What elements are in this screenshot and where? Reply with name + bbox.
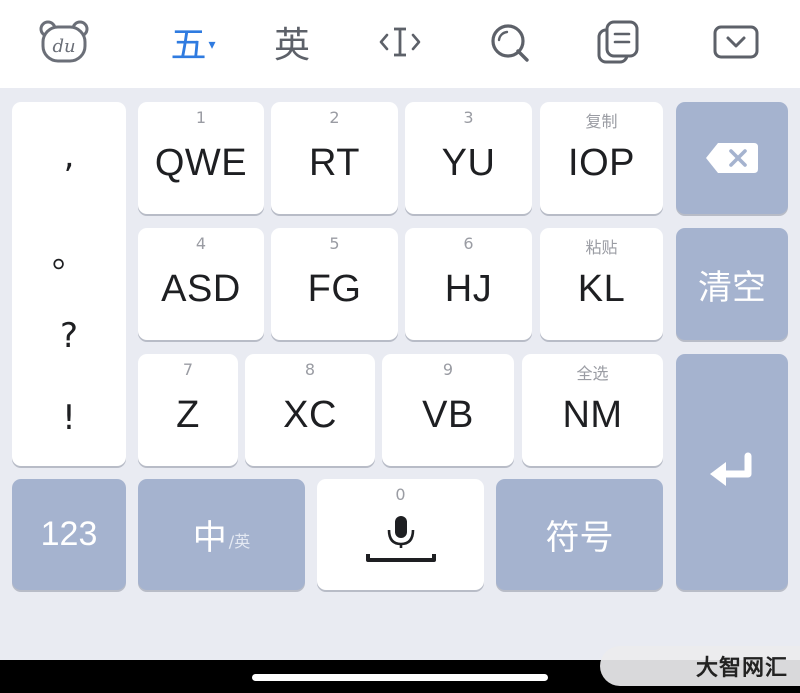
keyboard-toolbar: du 五 ▾ 英 (0, 0, 800, 88)
key-sub-label: 8 (304, 360, 316, 379)
backspace-button[interactable] (676, 102, 788, 214)
language-switch-key[interactable]: 中 /英 (138, 479, 305, 590)
english-mode-toggle[interactable]: 英 (266, 14, 318, 70)
key-sub-label: 6 (463, 234, 474, 253)
key-sub-label: 7 (182, 360, 194, 379)
collapse-keyboard-icon[interactable] (708, 14, 764, 70)
wubi-label: 五 (170, 25, 207, 66)
key-label: YU (441, 141, 496, 184)
key-sub-label: 复制 (585, 112, 618, 131)
cursor-move-icon[interactable] (374, 14, 426, 70)
search-icon[interactable] (484, 14, 536, 70)
punct-comma[interactable]: , (12, 136, 126, 176)
key-fg[interactable]: 5 FG (271, 228, 398, 340)
enter-icon (710, 452, 752, 486)
chevron-down-icon: ▾ (208, 35, 216, 52)
key-label: XC (283, 393, 337, 436)
du-logo-icon[interactable]: du (36, 14, 92, 70)
numbers-key[interactable]: 123 (12, 479, 126, 590)
key-label: IOP (568, 141, 635, 184)
key-vb[interactable]: 9 VB (382, 354, 514, 466)
punct-period[interactable]: 。 (12, 228, 126, 277)
key-label: FG (307, 267, 362, 310)
key-sub-label: 粘贴 (585, 238, 618, 257)
microphone-icon (365, 515, 436, 562)
key-xc[interactable]: 8 XC (245, 354, 375, 466)
key-label: KL (577, 267, 626, 310)
space-key[interactable]: 0 (317, 479, 484, 590)
punctuation-column[interactable]: , 。 ? ! (12, 102, 126, 466)
home-indicator[interactable] (252, 674, 548, 681)
key-label: RT (309, 141, 360, 184)
symbols-key[interactable]: 符号 (496, 479, 663, 590)
key-sub-label: 5 (329, 234, 340, 253)
key-kl[interactable]: 粘贴 KL (540, 228, 663, 340)
key-label: HJ (444, 267, 493, 310)
key-label: NM (562, 393, 623, 436)
key-sub-label: 9 (442, 360, 454, 379)
key-sub-label: 4 (195, 234, 207, 253)
watermark: 大智网汇 (600, 646, 800, 686)
key-z[interactable]: 7 Z (138, 354, 238, 466)
clear-button[interactable]: 清空 (676, 228, 788, 340)
language-main-label: 中 (192, 518, 227, 558)
key-label: ASD (161, 267, 241, 310)
key-iop[interactable]: 复制 IOP (540, 102, 663, 214)
key-sub-label: 0 (395, 485, 406, 504)
punct-exclamation[interactable]: ! (12, 398, 126, 438)
numbers-label: 123 (40, 515, 98, 553)
key-label: VB (422, 393, 474, 436)
key-asd[interactable]: 4 ASD (138, 228, 264, 340)
wubi-input-toggle[interactable]: 五 ▾ (162, 14, 224, 70)
key-rt[interactable]: 2 RT (271, 102, 398, 214)
english-label: 英 (273, 25, 310, 66)
key-label: Z (176, 393, 200, 436)
key-sub-label: 3 (463, 108, 474, 127)
key-sub-label: 2 (329, 108, 340, 127)
language-sub-label: /英 (228, 531, 251, 551)
clear-label: 清空 (698, 267, 766, 308)
punct-question[interactable]: ? (12, 316, 126, 356)
key-nm[interactable]: 全选 NM (522, 354, 663, 466)
keyboard-panel: , 。 ? ! 1 QWE 2 RT 3 YU 复制 IOP 4 ASD 5 F… (0, 88, 800, 660)
key-yu[interactable]: 3 YU (405, 102, 532, 214)
clipboard-icon[interactable] (592, 14, 644, 70)
backspace-icon (706, 143, 758, 173)
enter-button[interactable] (676, 354, 788, 590)
key-hj[interactable]: 6 HJ (405, 228, 532, 340)
key-sub-label: 1 (195, 108, 207, 127)
key-qwe[interactable]: 1 QWE (138, 102, 264, 214)
key-sub-label: 全选 (576, 364, 609, 383)
symbols-label: 符号 (545, 518, 614, 558)
logo-text: du (52, 36, 75, 57)
key-label: QWE (154, 141, 248, 184)
